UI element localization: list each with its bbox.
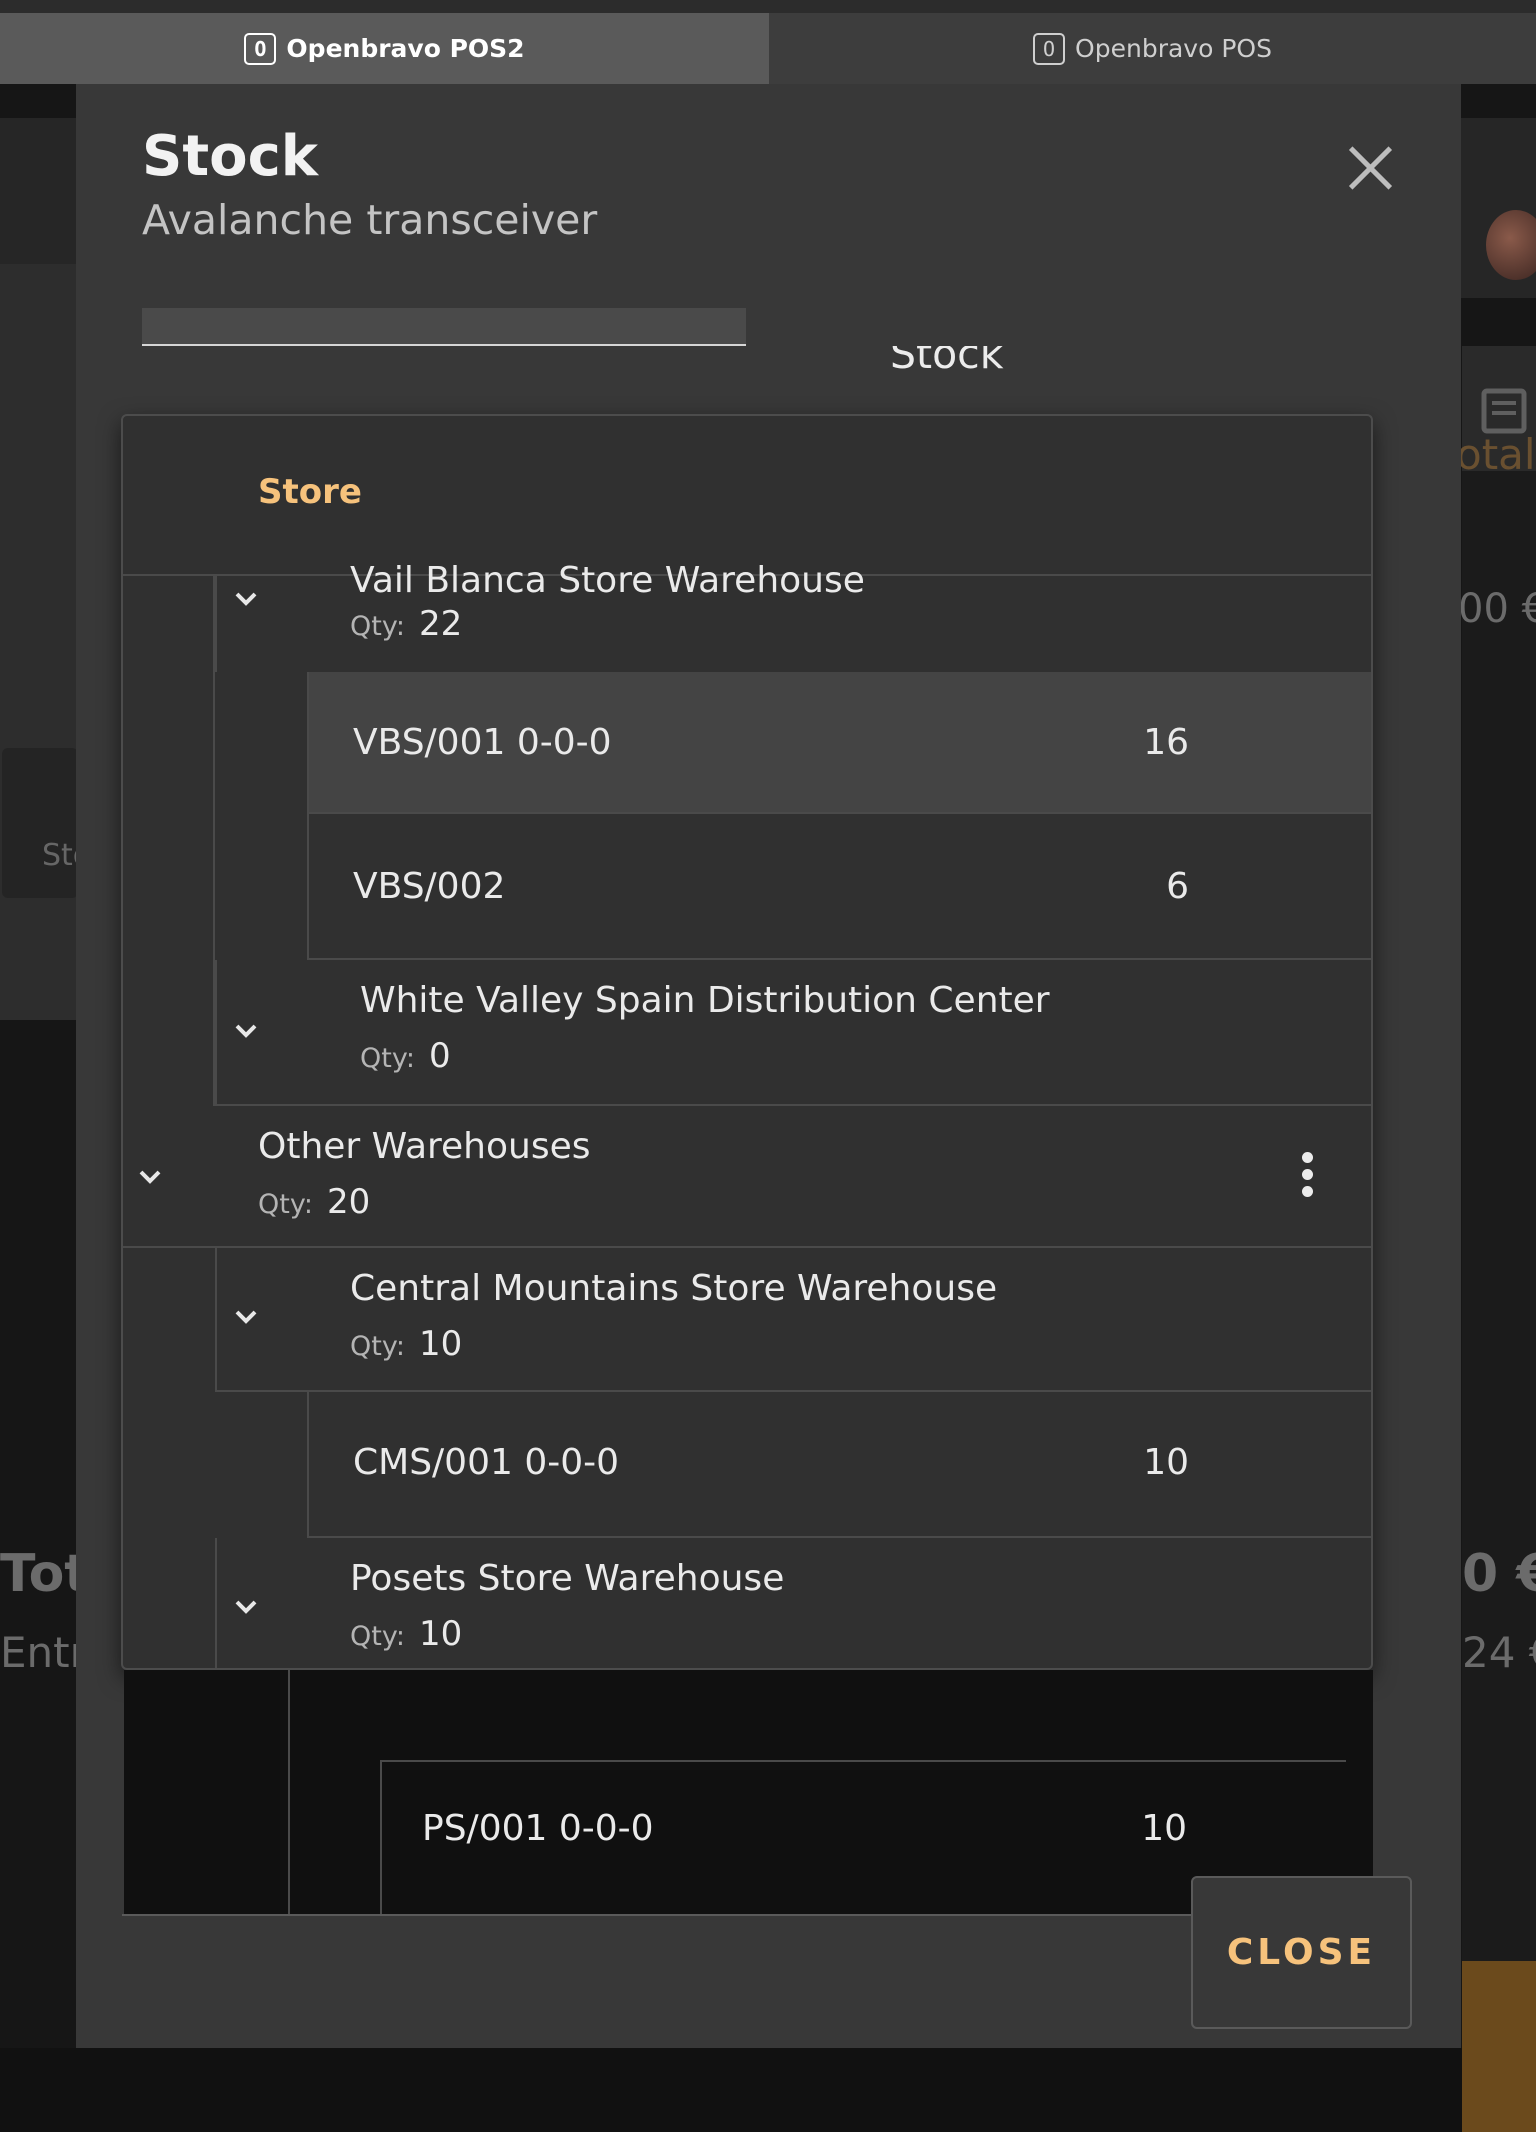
tab-bar-strip xyxy=(0,0,1536,13)
filter-side-label-text: Stock xyxy=(890,346,1004,376)
tree-overflow-area: PS/001 0-0-0 10 xyxy=(124,1670,1373,1914)
tab-openbravo-pos2[interactable]: O Openbravo POS2 xyxy=(0,13,769,84)
chevron-down-icon[interactable] xyxy=(229,1014,263,1048)
bin-label: PS/001 0-0-0 xyxy=(422,1808,654,1849)
list-bottom-divider xyxy=(122,1914,1373,1916)
qty-value: 0 xyxy=(428,1036,451,1076)
filter-input[interactable] xyxy=(142,308,746,346)
bin-qty: 6 xyxy=(1166,866,1189,907)
background-left-button: Sto xyxy=(2,748,91,898)
bin-row-cms-001[interactable]: CMS/001 0-0-0 10 xyxy=(307,1392,1371,1538)
modal-title: Stock xyxy=(142,124,319,189)
warehouse-title: Central Mountains Store Warehouse xyxy=(350,1268,998,1309)
tree-header: Store xyxy=(123,416,1371,576)
warehouse-qty: Qty: 0 xyxy=(360,1036,451,1076)
stock-tree-panel: Store Vail Blanca Store Warehouse Qty: 22… xyxy=(121,414,1373,1670)
tree-header-label: Store xyxy=(258,472,362,512)
close-button[interactable]: CLOSE xyxy=(1191,1876,1412,2029)
group-qty: Qty: 20 xyxy=(258,1182,370,1222)
warehouse-qty: Qty: 22 xyxy=(350,604,462,644)
bin-label: CMS/001 0-0-0 xyxy=(353,1442,620,1483)
tab-openbravo-pos[interactable]: O Openbravo POS xyxy=(769,13,1536,84)
bin-qty: 10 xyxy=(1141,1808,1187,1849)
background-action-button xyxy=(1462,1961,1536,2132)
tab-label: Openbravo POS xyxy=(1075,34,1272,63)
background-sub-amount: 24 € xyxy=(1462,1628,1536,1677)
warehouse-row-posets[interactable]: Posets Store Warehouse Qty: 10 xyxy=(215,1538,1371,1668)
warehouse-title: Posets Store Warehouse xyxy=(350,1558,785,1599)
qty-value: 22 xyxy=(418,604,463,644)
qty-label: Qty: xyxy=(258,1189,313,1220)
close-icon[interactable] xyxy=(1346,144,1394,192)
filter-side-label: Stock xyxy=(890,346,1010,376)
qty-label: Qty: xyxy=(350,611,405,642)
warehouse-title: Vail Blanca Store Warehouse xyxy=(350,560,865,601)
more-options-icon[interactable] xyxy=(1297,1152,1317,1198)
background-amount: 00 € xyxy=(1458,586,1536,632)
group-row-other-warehouses[interactable]: Other Warehouses Qty: 20 xyxy=(123,1106,1371,1248)
browser-tab-bar: O Openbravo POS2 O Openbravo POS xyxy=(0,0,1536,84)
warehouse-qty: Qty: 10 xyxy=(350,1614,462,1654)
warehouse-row-vail[interactable]: Vail Blanca Store Warehouse Qty: 22 xyxy=(215,560,1371,672)
bin-qty: 16 xyxy=(1143,722,1189,763)
chevron-down-icon[interactable] xyxy=(229,1300,263,1334)
background-entries-label: Entr xyxy=(0,1628,87,1677)
background-left-panel xyxy=(0,264,78,1020)
qty-label: Qty: xyxy=(350,1621,405,1652)
warehouse-title: White Valley Spain Distribution Center xyxy=(360,980,1050,1021)
group-title: Other Warehouses xyxy=(258,1126,591,1167)
bin-label: VBS/002 xyxy=(353,866,506,907)
openbravo-favicon-icon: O xyxy=(244,32,277,65)
chevron-down-icon[interactable] xyxy=(229,1590,263,1624)
qty-value: 10 xyxy=(418,1614,463,1654)
stock-modal: Stock Avalanche transceiver Stock Store … xyxy=(76,84,1461,2048)
tab-label: Openbravo POS2 xyxy=(286,34,525,63)
openbravo-favicon-icon: O xyxy=(1033,32,1066,65)
qty-value: 20 xyxy=(326,1182,371,1222)
tree-connector-line xyxy=(288,1670,290,1914)
bin-row-vbs-001[interactable]: VBS/001 0-0-0 16 xyxy=(307,672,1371,814)
qty-label: Qty: xyxy=(360,1043,415,1074)
warehouse-row-central-mountains[interactable]: Central Mountains Store Warehouse Qty: 10 xyxy=(215,1248,1371,1392)
chevron-down-icon[interactable] xyxy=(133,1160,167,1194)
bin-qty: 10 xyxy=(1143,1442,1189,1483)
chevron-down-icon[interactable] xyxy=(229,582,263,616)
background-total-amount: 0 € xyxy=(1462,1544,1536,1604)
bin-label: VBS/001 0-0-0 xyxy=(353,722,612,763)
qty-value: 10 xyxy=(418,1324,463,1364)
modal-subtitle: Avalanche transceiver xyxy=(142,196,598,244)
warehouse-qty: Qty: 10 xyxy=(350,1324,462,1364)
qty-label: Qty: xyxy=(350,1331,405,1362)
warehouse-row-white-valley[interactable]: White Valley Spain Distribution Center Q… xyxy=(215,960,1371,1106)
background-total-header: otal xyxy=(1456,430,1536,479)
bin-row-vbs-002[interactable]: VBS/002 6 xyxy=(307,814,1371,960)
